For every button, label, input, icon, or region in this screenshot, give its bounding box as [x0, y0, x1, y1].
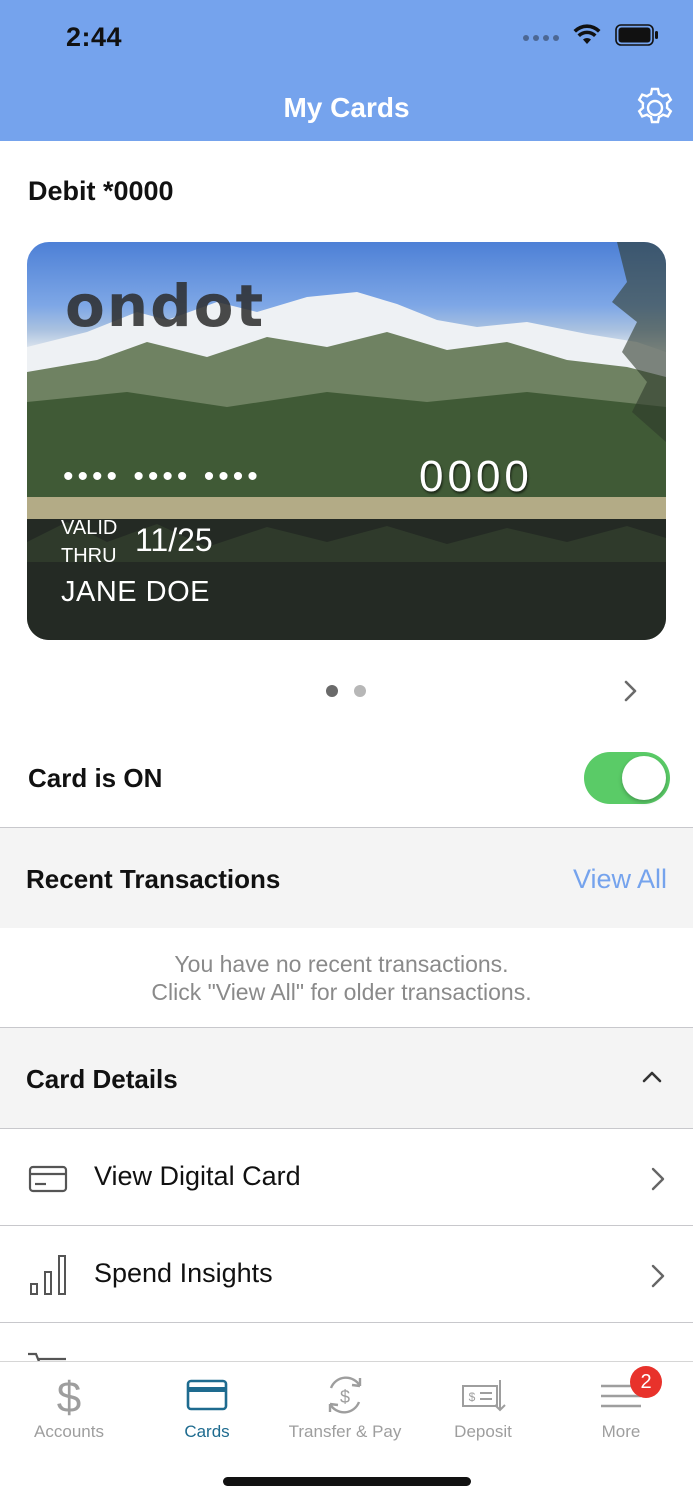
section-title: Card Details — [26, 1064, 178, 1094]
gear-icon[interactable] — [633, 86, 677, 130]
account-label: Debit *0000 — [28, 176, 174, 206]
tab-more[interactable]: 2 More — [552, 1362, 690, 1452]
card-icon — [28, 1165, 68, 1193]
partial-list-item — [0, 1322, 693, 1362]
empty-transactions-message: You have no recent transactions. Click "… — [0, 950, 683, 1006]
notification-badge: 2 — [630, 1366, 662, 1398]
wifi-icon — [573, 24, 601, 44]
home-indicator — [223, 1477, 471, 1486]
dollar-icon: $ — [57, 1373, 81, 1418]
card-holder-name: JANE DOE — [61, 576, 211, 608]
card-page-indicator[interactable] — [326, 685, 366, 697]
tab-label: Deposit — [454, 1422, 512, 1441]
svg-text:$: $ — [340, 1387, 350, 1407]
view-all-link[interactable]: View All — [573, 864, 667, 895]
spend-insights-row[interactable]: Spend Insights — [0, 1226, 693, 1322]
status-time: 2:44 — [66, 22, 123, 52]
bar-chart-icon — [30, 1255, 66, 1295]
debit-card-image[interactable]: ondot •••• •••• •••• 0000 VALID THRU 11/… — [27, 242, 666, 640]
card-valid-thru-label: VALID THRU — [61, 514, 117, 570]
tab-deposit[interactable]: $ Deposit — [414, 1362, 552, 1452]
card-brand-logo: ondot — [65, 272, 265, 340]
card-brand-text: ondot — [65, 272, 266, 340]
section-title: Recent Transactions — [26, 864, 281, 894]
chevron-right-icon[interactable] — [620, 676, 642, 706]
recent-transactions-header: Recent Transactions View All — [0, 828, 693, 928]
chevron-right-icon — [651, 1264, 665, 1288]
battery-icon — [615, 24, 658, 46]
page-dot-2[interactable] — [354, 685, 366, 697]
page-dot-1[interactable] — [326, 685, 338, 697]
svg-text:$: $ — [469, 1390, 476, 1404]
transfer-icon: $ — [328, 1376, 362, 1414]
app-header: 2:44 My Cards — [0, 0, 693, 141]
card-on-toggle[interactable] — [584, 752, 670, 804]
card-icon — [186, 1379, 228, 1411]
svg-text:$: $ — [57, 1373, 81, 1418]
view-digital-card-row[interactable]: View Digital Card — [0, 1129, 693, 1225]
row-label: View Digital Card — [94, 1161, 301, 1191]
thru-line: THRU — [61, 545, 117, 567]
tab-cards[interactable]: Cards — [138, 1362, 276, 1452]
card-masked-number: •••• •••• •••• — [63, 460, 262, 493]
card-details-header[interactable]: Card Details — [0, 1028, 693, 1128]
card-status-label: Card is ON — [28, 763, 163, 793]
card-expiry: 11/25 — [135, 522, 213, 558]
valid-line: VALID — [61, 517, 118, 539]
status-indicators — [523, 24, 659, 46]
empty-message-line-1: You have no recent transactions. — [174, 951, 509, 977]
tab-label: Transfer & Pay — [288, 1422, 402, 1441]
tab-label: More — [601, 1422, 641, 1441]
tab-label: Cards — [184, 1422, 230, 1441]
card-last-four: 0000 — [419, 452, 533, 501]
toggle-knob — [622, 756, 666, 800]
empty-message-line-2: Click "View All" for older transactions. — [151, 979, 532, 1005]
cellular-signal-icon — [523, 35, 559, 41]
page-title: My Cards — [283, 92, 410, 123]
chevron-right-icon — [651, 1167, 665, 1191]
tab-transfer-pay[interactable]: $ Transfer & Pay — [276, 1362, 414, 1452]
tab-accounts[interactable]: $ Accounts — [0, 1362, 138, 1452]
tab-label: Accounts — [34, 1422, 104, 1441]
chevron-up-icon[interactable] — [641, 1068, 663, 1086]
check-deposit-icon: $ — [462, 1380, 506, 1412]
row-label: Spend Insights — [94, 1258, 273, 1288]
